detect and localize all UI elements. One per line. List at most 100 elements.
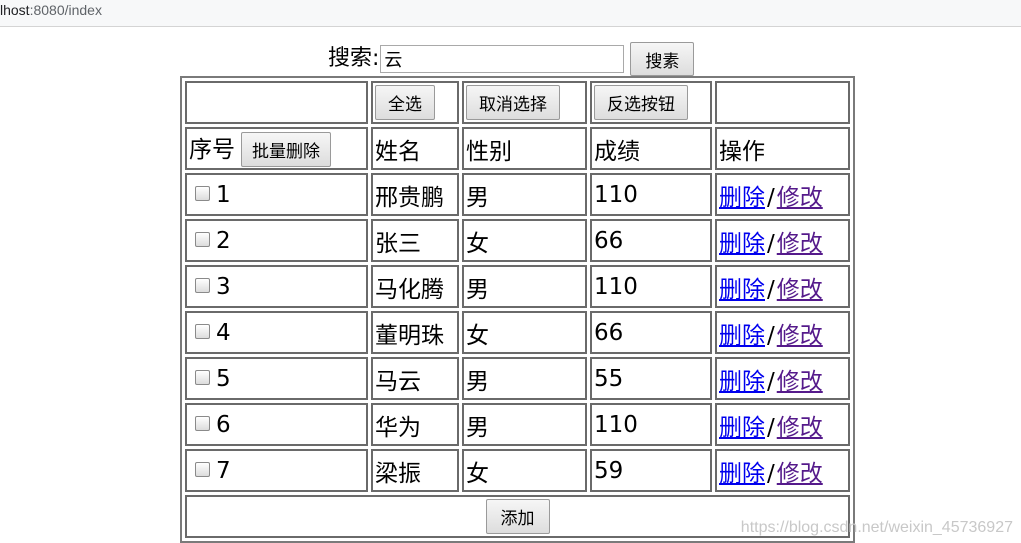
action-separator: / — [767, 322, 775, 349]
edit-link[interactable]: 修改 — [777, 323, 823, 349]
add-button[interactable]: 添加 — [485, 499, 550, 534]
header-score: 成绩 — [590, 127, 712, 170]
score-cell: 110 — [590, 403, 712, 446]
edit-link[interactable]: 修改 — [777, 231, 823, 257]
index-cell: 7 — [185, 449, 368, 492]
selection-empty-cell — [185, 81, 368, 124]
gender-cell: 男 — [462, 357, 587, 400]
cancel-selection-button[interactable]: 取消选择 — [466, 85, 560, 120]
index-cell: 3 — [185, 265, 368, 308]
search-input[interactable] — [380, 45, 625, 73]
search-label: 搜索: — [328, 46, 380, 71]
table-row: 1 邢贵鹏 男 110 删除/修改 — [185, 173, 850, 216]
row-id: 2 — [216, 227, 231, 254]
header-index-label: 序号 — [189, 137, 235, 163]
row-checkbox[interactable] — [195, 186, 210, 201]
name-cell: 马云 — [371, 357, 459, 400]
url-host: lhost — [0, 2, 30, 18]
search-bar: 搜索: 搜素 — [328, 42, 695, 76]
edit-link[interactable]: 修改 — [777, 415, 823, 441]
row-id: 6 — [216, 411, 231, 438]
actions-cell: 删除/修改 — [715, 403, 850, 446]
table-row: 3 马化腾 男 110 删除/修改 — [185, 265, 850, 308]
gender-cell: 女 — [462, 449, 587, 492]
index-cell: 6 — [185, 403, 368, 446]
actions-cell: 删除/修改 — [715, 219, 850, 262]
url-text[interactable]: lhost:8080/index — [0, 2, 102, 18]
header-actions: 操作 — [715, 127, 850, 170]
delete-link[interactable]: 删除 — [719, 415, 765, 441]
invert-select-cell: 反选按钮 — [590, 81, 712, 124]
actions-cell: 删除/修改 — [715, 173, 850, 216]
delete-link[interactable]: 删除 — [719, 369, 765, 395]
row-checkbox[interactable] — [195, 416, 210, 431]
gender-cell: 女 — [462, 311, 587, 354]
row-checkbox[interactable] — [195, 324, 210, 339]
row-checkbox[interactable] — [195, 278, 210, 293]
action-separator: / — [767, 460, 775, 487]
score-cell: 110 — [590, 265, 712, 308]
delete-link[interactable]: 删除 — [719, 185, 765, 211]
name-cell: 张三 — [371, 219, 459, 262]
index-cell: 5 — [185, 357, 368, 400]
name-cell: 梁振 — [371, 449, 459, 492]
invert-selection-button[interactable]: 反选按钮 — [594, 85, 688, 120]
row-checkbox[interactable] — [195, 462, 210, 477]
table-row: 2 张三 女 66 删除/修改 — [185, 219, 850, 262]
edit-link[interactable]: 修改 — [777, 277, 823, 303]
address-bar[interactable]: lhost:8080/index — [0, 0, 1021, 27]
delete-link[interactable]: 删除 — [719, 323, 765, 349]
url-path: :8080/index — [29, 2, 102, 18]
gender-cell: 女 — [462, 219, 587, 262]
row-checkbox[interactable] — [195, 370, 210, 385]
cancel-select-cell: 取消选择 — [462, 81, 587, 124]
score-cell: 66 — [590, 219, 712, 262]
name-cell: 马化腾 — [371, 265, 459, 308]
search-button[interactable]: 搜素 — [630, 42, 695, 76]
action-separator: / — [767, 414, 775, 441]
row-id: 4 — [216, 319, 231, 346]
edit-link[interactable]: 修改 — [777, 185, 823, 211]
actions-cell: 删除/修改 — [715, 265, 850, 308]
score-cell: 55 — [590, 357, 712, 400]
watermark: https://blog.csdn.net/weixin_45736927 — [740, 519, 1013, 536]
index-cell: 2 — [185, 219, 368, 262]
action-separator: / — [767, 230, 775, 257]
header-row: 序号 批量删除 姓名 性别 成绩 操作 — [185, 127, 850, 170]
row-checkbox[interactable] — [195, 232, 210, 247]
table-row: 4 董明珠 女 66 删除/修改 — [185, 311, 850, 354]
actions-cell: 删除/修改 — [715, 311, 850, 354]
edit-link[interactable]: 修改 — [777, 369, 823, 395]
action-separator: / — [767, 276, 775, 303]
delete-link[interactable]: 删除 — [719, 461, 765, 487]
selection-empty-cell-right — [715, 81, 850, 124]
action-separator: / — [767, 184, 775, 211]
action-separator: / — [767, 368, 775, 395]
name-cell: 邢贵鹏 — [371, 173, 459, 216]
select-all-cell: 全选 — [371, 81, 459, 124]
row-id: 1 — [216, 181, 231, 208]
row-id: 3 — [216, 273, 231, 300]
name-cell: 华为 — [371, 403, 459, 446]
score-cell: 59 — [590, 449, 712, 492]
index-cell: 4 — [185, 311, 368, 354]
gender-cell: 男 — [462, 173, 587, 216]
selection-row: 全选 取消选择 反选按钮 — [185, 81, 850, 124]
actions-cell: 删除/修改 — [715, 449, 850, 492]
row-id: 7 — [216, 457, 231, 484]
header-name: 姓名 — [371, 127, 459, 170]
actions-cell: 删除/修改 — [715, 357, 850, 400]
gender-cell: 男 — [462, 265, 587, 308]
select-all-button[interactable]: 全选 — [375, 85, 435, 120]
bulk-delete-button[interactable]: 批量删除 — [241, 132, 331, 167]
score-cell: 66 — [590, 311, 712, 354]
table-row: 7 梁振 女 59 删除/修改 — [185, 449, 850, 492]
edit-link[interactable]: 修改 — [777, 461, 823, 487]
index-cell: 1 — [185, 173, 368, 216]
gender-cell: 男 — [462, 403, 587, 446]
header-index: 序号 批量删除 — [185, 127, 368, 170]
delete-link[interactable]: 删除 — [719, 277, 765, 303]
name-cell: 董明珠 — [371, 311, 459, 354]
table-row: 6 华为 男 110 删除/修改 — [185, 403, 850, 446]
delete-link[interactable]: 删除 — [719, 231, 765, 257]
